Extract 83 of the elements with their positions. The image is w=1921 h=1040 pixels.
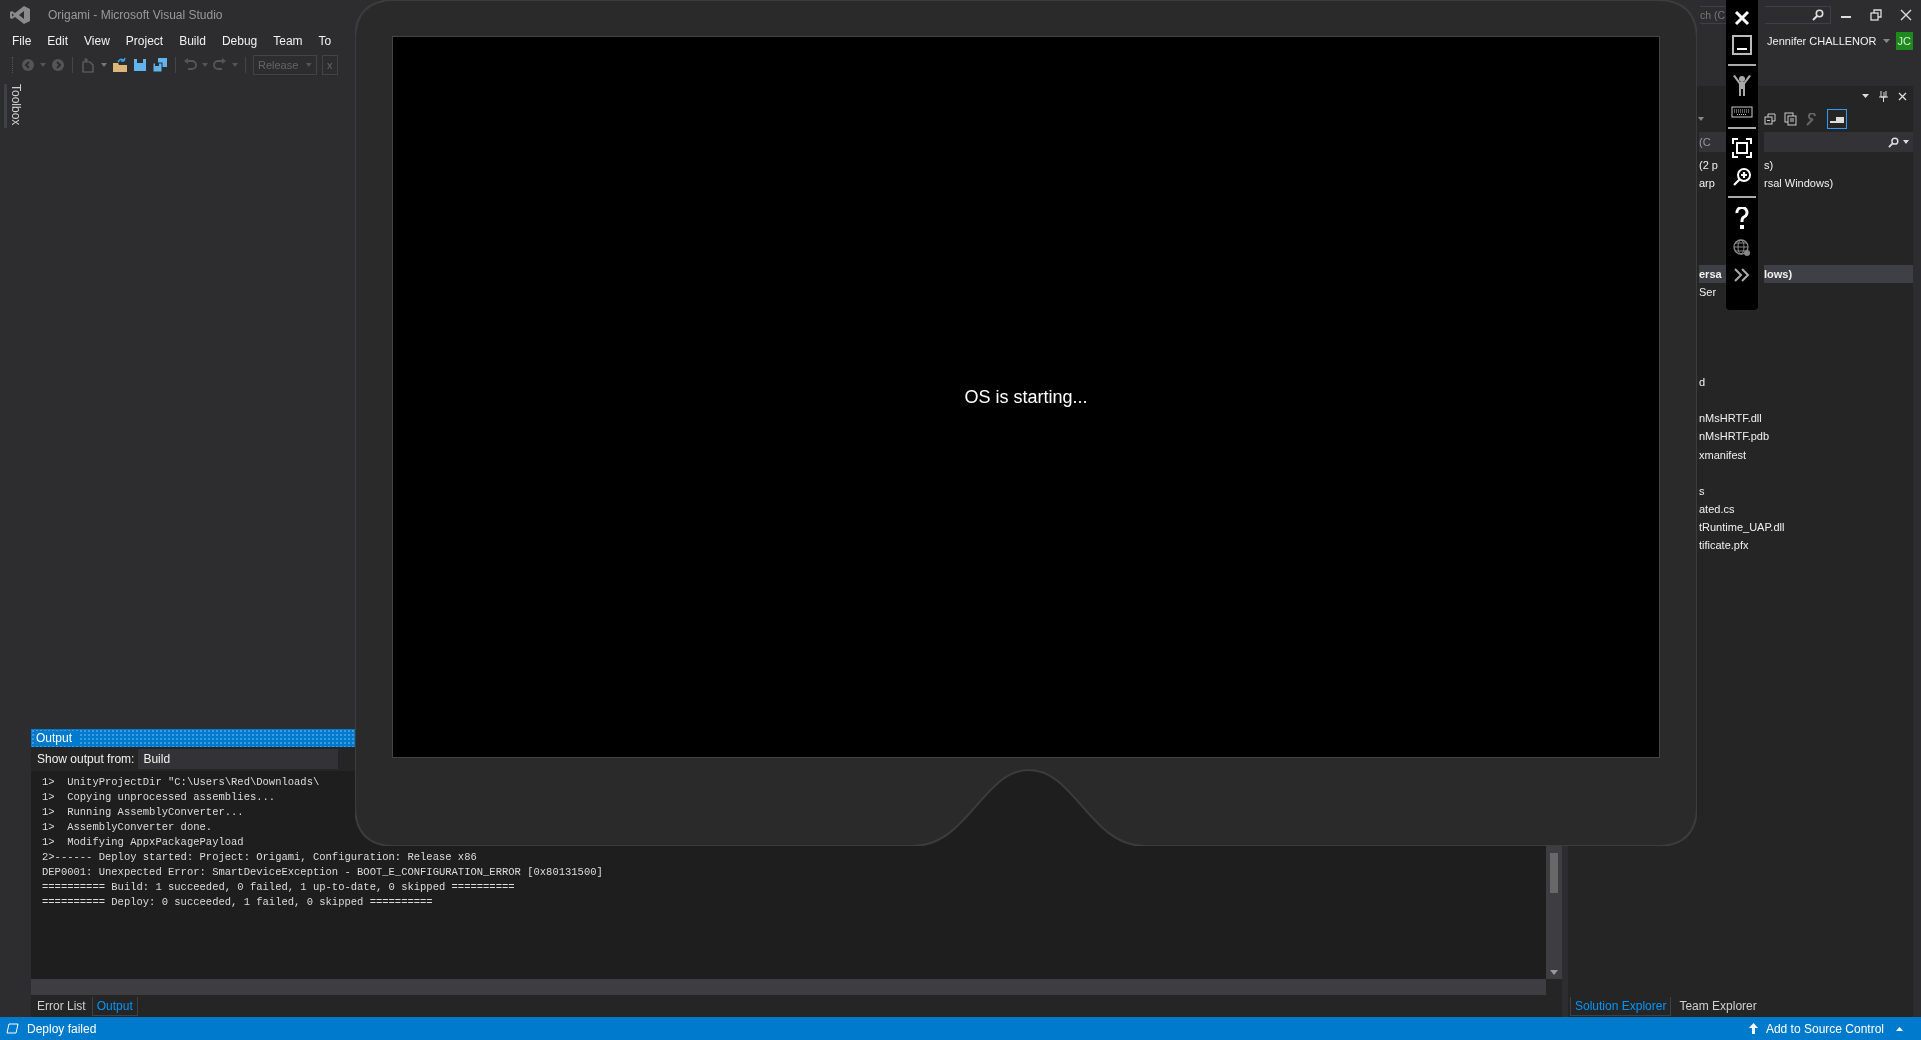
tree-item[interactable]: nMsHRTF.dll [1699,409,1762,428]
output-line: 1> UnityProjectDir "C:\Users\Red\Downloads\ [42,775,321,790]
tree-item[interactable]: d [1699,373,1706,392]
tree-item[interactable]: tRuntime_UAP.dll [1699,517,1785,536]
fit-to-screen-icon[interactable] [1732,138,1752,158]
search-icon [1812,9,1824,21]
quick-launch-field[interactable] [1765,6,1831,24]
vertical-scrollbar[interactable] [1546,845,1562,979]
zoom-icon[interactable] [1732,167,1752,187]
output-line: 2>------ Deploy started: Project: Origami, Configuration: Release x86 [42,850,478,865]
panel-tab[interactable]: Team Explorer [1675,997,1761,1015]
menu-item[interactable]: Edit [39,34,77,48]
caret-icon[interactable] [1862,94,1869,98]
tree-item[interactable]: s) [1764,156,1913,175]
person-icon[interactable] [1732,75,1752,97]
minimize-icon[interactable] [1732,35,1752,55]
tree-item[interactable]: (2 p [1699,156,1726,175]
close-icon[interactable] [1900,9,1912,21]
panel-tab[interactable]: Solution Explorer [1570,996,1672,1016]
scroll-thumb[interactable] [1550,853,1558,893]
search-field[interactable] [1764,132,1913,152]
tree-item[interactable]: lows) [1764,264,1913,283]
help-icon[interactable] [1735,207,1749,229]
toolbox-tab[interactable]: Toolbox [3,84,23,128]
up-arrow-icon [1748,1023,1758,1034]
output-line: 1> Running AssemblyConverter... [42,805,245,820]
globe-icon[interactable] [1732,238,1752,258]
save-all-icon[interactable] [152,57,168,73]
output-line: ========== Build: 1 succeeded, 0 failed, 1 up-to-date, 0 skipped ========== [42,880,516,895]
menu-item[interactable]: Build [171,34,214,48]
tree-item[interactable]: tificate.pfx [1699,535,1749,555]
menu-item[interactable]: Debug [213,34,266,48]
source-control-button[interactable]: Add to Source Control [1765,1021,1884,1036]
menu-item[interactable]: Team [265,34,311,48]
pin-icon[interactable] [1879,90,1888,102]
save-icon[interactable] [133,58,147,72]
panel-tab[interactable]: Output [91,996,138,1016]
open-folder-icon[interactable] [112,57,128,73]
menu-item[interactable]: File [4,34,40,48]
tree-item[interactable]: arp [1699,174,1726,193]
user-name[interactable]: Jennifer CHALLENOR [1767,35,1877,47]
output-line: ========== Deploy: 0 succeeded, 1 failed, 0 skipped ========== [42,895,434,910]
tree-item[interactable]: ated.cs [1699,499,1735,518]
tree-item[interactable]: Ser [1699,282,1717,301]
panel-title: Output [36,731,79,745]
status-message: Deploy failed [27,1021,97,1036]
user-avatar[interactable]: JC [1895,32,1913,50]
horizontal-scrollbar[interactable] [31,979,1546,995]
output-line: 1> Modifying AppxPackagePayload [42,835,245,850]
output-line: 1> AssemblyConverter done. [42,820,214,835]
tree-item[interactable]: s [1699,481,1705,500]
preview-icon [1830,117,1844,123]
tree-item[interactable]: rsal Windows) [1764,174,1913,193]
panel-tab[interactable]: Error List [33,997,90,1015]
preview-toggle[interactable] [1827,109,1847,129]
boot-status-text: OS is starting... [964,386,1088,408]
output-line: 1> Copying unprocessed assemblies... [42,790,277,805]
search-field[interactable]: (C [1699,132,1726,152]
tree-item[interactable]: nMsHRTF.pdb [1699,427,1770,446]
menu-item[interactable]: To [310,34,340,48]
caret-icon [1882,39,1890,43]
copy-icon[interactable] [1784,112,1798,126]
keyboard-icon[interactable] [1731,106,1753,118]
scroll-down-icon[interactable] [1550,970,1558,975]
collapse-all-icon[interactable] [1764,113,1776,125]
menu-item[interactable]: Project [117,34,172,48]
caret-icon [1896,1026,1903,1031]
output-source-dropdown[interactable]: Build [138,749,339,769]
double-chevron-icon[interactable] [1733,267,1751,283]
deploy-status-icon [6,1023,19,1034]
tree-item[interactable]: ersa [1699,264,1726,283]
caret-icon [1903,140,1909,144]
visual-studio-logo-icon [10,6,30,24]
close-icon[interactable] [1898,91,1907,101]
tree-item[interactable]: xmanifest [1699,445,1747,464]
menu-item[interactable]: View [76,34,118,48]
caret-icon [306,63,312,67]
window-title: Origami - Microsoft Visual Studio [48,8,223,22]
search-icon [1888,136,1899,148]
emulator-screen[interactable]: OS is starting... [392,36,1660,758]
output-line: DEP0001: Unexpected Error: SmartDeviceException - BOOT_E_CONFIGURATION_ERROR [0x80131500] [42,865,604,880]
output-source-label: Show output from: [37,752,135,766]
restore-icon[interactable] [1870,9,1882,21]
